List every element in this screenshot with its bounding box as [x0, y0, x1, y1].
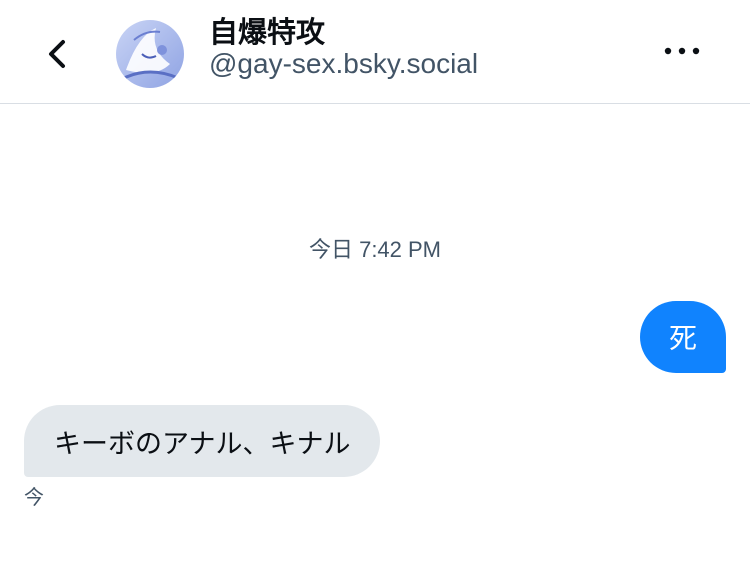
avatar[interactable]	[116, 20, 184, 88]
back-button[interactable]	[38, 32, 78, 76]
user-handle: @gay-sex.bsky.social	[209, 48, 479, 79]
display-name: 自爆特攻	[209, 15, 326, 49]
outgoing-message-bubble[interactable]: 死	[640, 301, 726, 373]
conversation-timestamp: 今日 7:42 PM	[308, 237, 442, 262]
conversation-header: 自爆特攻 @gay-sex.bsky.social	[0, 0, 750, 104]
avatar-image	[116, 20, 184, 88]
chevron-left-icon	[49, 40, 65, 68]
message-time: 今	[24, 485, 44, 509]
message-text: キーボのアナル、キナル	[54, 428, 351, 460]
more-options-button[interactable]	[660, 36, 704, 66]
more-horizontal-icon	[664, 47, 700, 55]
message-text: 死	[668, 322, 697, 355]
incoming-message-bubble[interactable]: キーボのアナル、キナル	[24, 405, 381, 477]
